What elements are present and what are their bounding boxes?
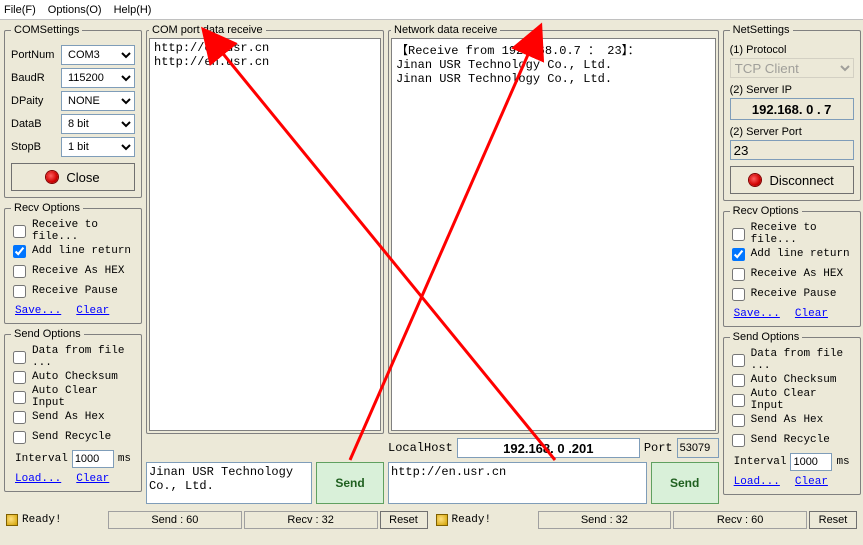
com-receive-legend: COM port data receive — [149, 24, 266, 36]
protocol-select: TCP Client — [730, 58, 854, 78]
interval-label-right: Interval — [734, 456, 787, 468]
com-send-button[interactable]: Send — [316, 462, 384, 504]
net-settings-legend: NetSettings — [730, 24, 793, 36]
com-reset-button[interactable]: Reset — [380, 511, 428, 529]
recv-options-left-legend: Recv Options — [11, 202, 83, 214]
com-ready-status: Ready! — [6, 514, 106, 526]
serverport-input — [730, 140, 854, 160]
stopb-select[interactable]: 1 bit — [61, 137, 135, 157]
recv-to-file-right[interactable] — [732, 228, 745, 241]
save-link-left[interactable]: Save... — [15, 305, 61, 317]
close-button[interactable]: Close — [11, 163, 135, 191]
baudr-select[interactable]: 115200 — [61, 68, 135, 88]
menu-help[interactable]: Help(H) — [114, 4, 152, 16]
recv-as-hex-right[interactable] — [732, 268, 745, 281]
save-link-right[interactable]: Save... — [734, 308, 780, 320]
auto-clear-left[interactable] — [13, 391, 26, 404]
clear-recv-link-right[interactable]: Clear — [795, 308, 828, 320]
net-receive-area[interactable]: 【Receive from 192.168.0.7 ： 23】： Jinan U… — [391, 38, 716, 431]
com-settings: COMSettings PortNum COM3 BaudR 115200 DP… — [4, 24, 142, 198]
net-settings: NetSettings (1) Protocol TCP Client (2) … — [723, 24, 861, 201]
interval-input-left[interactable] — [72, 450, 114, 468]
auto-clear-right[interactable] — [732, 394, 745, 407]
stopb-label: StopB — [11, 141, 61, 153]
localhost-ip-input[interactable] — [457, 438, 640, 458]
com-recv-count: Recv : 32 — [244, 511, 378, 529]
send-options-left-legend: Send Options — [11, 328, 84, 340]
send-options-left: Send Options Data from file ... Auto Che… — [4, 328, 142, 492]
menu-file[interactable]: File(F) — [4, 4, 36, 16]
dparity-select[interactable]: NONE — [61, 91, 135, 111]
net-receive-legend: Network data receive — [391, 24, 500, 36]
disconnect-button[interactable]: Disconnect — [730, 166, 854, 194]
data-from-file-right[interactable] — [732, 354, 745, 367]
send-as-hex-left[interactable] — [13, 411, 26, 424]
port-label: Port — [644, 441, 673, 455]
recv-pause-left[interactable] — [13, 285, 26, 298]
interval-unit-right: ms — [836, 456, 849, 468]
record-icon — [749, 174, 761, 186]
portnum-select[interactable]: COM3 — [61, 45, 135, 65]
com-receive-area[interactable]: http://en.usr.cn http://en.usr.cn — [149, 38, 381, 431]
send-recycle-left[interactable] — [13, 431, 26, 444]
net-send-count: Send : 32 — [538, 511, 672, 529]
interval-label-left: Interval — [15, 453, 68, 465]
send-options-right: Send Options Data from file ... Auto Che… — [723, 331, 861, 495]
portnum-label: PortNum — [11, 49, 61, 61]
data-from-file-left[interactable] — [13, 351, 26, 364]
auto-checksum-right[interactable] — [732, 374, 745, 387]
recv-pause-right[interactable] — [732, 288, 745, 301]
net-send-button[interactable]: Send — [651, 462, 719, 504]
recv-options-right: Recv Options Receive to file... Add line… — [723, 205, 861, 327]
menubar: File(F) Options(O) Help(H) — [0, 0, 863, 20]
recv-options-right-legend: Recv Options — [730, 205, 802, 217]
com-send-input[interactable]: Jinan USR Technology Co., Ltd. — [146, 462, 312, 504]
net-ready-status: Ready! — [436, 514, 536, 526]
datab-label: DataB — [11, 118, 61, 130]
net-reset-button[interactable]: Reset — [809, 511, 857, 529]
clear-recv-link-left[interactable]: Clear — [76, 305, 109, 317]
serverport-label: (2) Server Port — [730, 126, 854, 138]
send-as-hex-right[interactable] — [732, 414, 745, 427]
recv-to-file-left[interactable] — [13, 225, 26, 238]
net-send-input[interactable]: http://en.usr.cn — [388, 462, 647, 504]
send-recycle-right[interactable] — [732, 434, 745, 447]
com-settings-legend: COMSettings — [11, 24, 82, 36]
add-line-return-left[interactable] — [13, 245, 26, 258]
com-receive-panel: COM port data receive http://en.usr.cn h… — [146, 24, 384, 434]
localhost-label: LocalHost — [388, 441, 453, 455]
send-options-right-legend: Send Options — [730, 331, 803, 343]
net-recv-count: Recv : 60 — [673, 511, 807, 529]
interval-unit-left: ms — [118, 453, 131, 465]
recv-options-left: Recv Options Receive to file... Add line… — [4, 202, 142, 324]
menu-options[interactable]: Options(O) — [48, 4, 102, 16]
led-icon — [436, 514, 448, 526]
serverip-label: (2) Server IP — [730, 84, 854, 96]
interval-input-right[interactable] — [790, 453, 832, 471]
add-line-return-right[interactable] — [732, 248, 745, 261]
com-send-count: Send : 60 — [108, 511, 242, 529]
dparity-label: DPaity — [11, 95, 61, 107]
datab-select[interactable]: 8 bit — [61, 114, 135, 134]
localhost-port-input — [677, 438, 719, 458]
clear-send-link-right[interactable]: Clear — [795, 476, 828, 488]
net-receive-panel: Network data receive 【Receive from 192.1… — [388, 24, 719, 434]
recv-as-hex-left[interactable] — [13, 265, 26, 278]
auto-checksum-left[interactable] — [13, 371, 26, 384]
baudr-label: BaudR — [11, 72, 61, 84]
load-link-right[interactable]: Load... — [734, 476, 780, 488]
record-icon — [46, 171, 58, 183]
load-link-left[interactable]: Load... — [15, 473, 61, 485]
led-icon — [6, 514, 18, 526]
protocol-label: (1) Protocol — [730, 44, 854, 56]
clear-send-link-left[interactable]: Clear — [76, 473, 109, 485]
serverip-input — [730, 98, 854, 120]
